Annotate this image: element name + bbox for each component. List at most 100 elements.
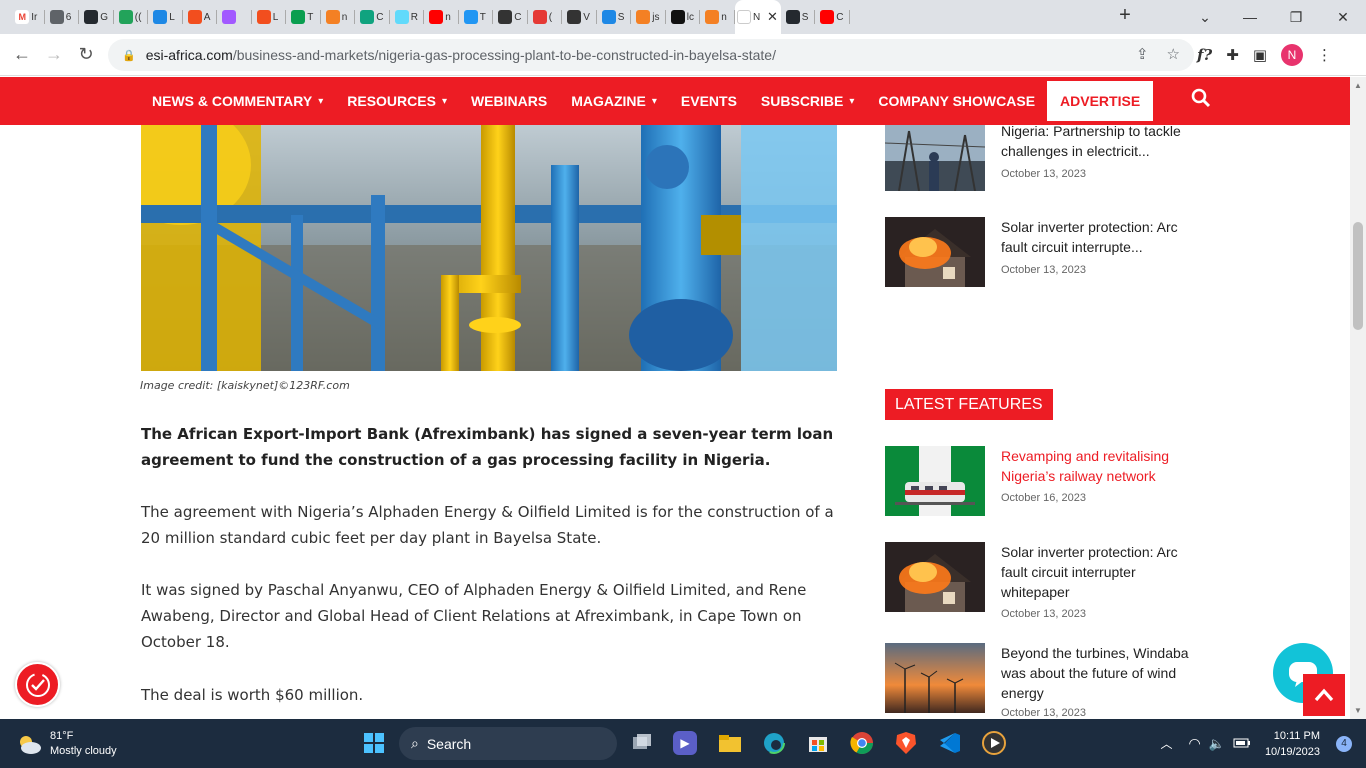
profile-avatar[interactable]: N xyxy=(1281,44,1303,66)
scroll-down-arrow[interactable]: ▼ xyxy=(1354,706,1362,715)
latest-features-heading: LATEST FEATURES xyxy=(885,389,1053,420)
browser-tab[interactable]: V xyxy=(562,0,597,34)
tab-search-button[interactable]: ⌄ xyxy=(1182,0,1228,34)
search-icon[interactable] xyxy=(1191,88,1211,114)
weather-condition: Mostly cloudy xyxy=(50,745,117,757)
browser-tab[interactable]: n xyxy=(321,0,356,34)
edge-browser-icon[interactable] xyxy=(762,731,786,755)
browser-tab[interactable]: L xyxy=(148,0,183,34)
close-window-button[interactable]: ✕ xyxy=(1320,0,1366,34)
article-thumbnail[interactable] xyxy=(885,542,985,612)
brave-browser-icon[interactable] xyxy=(894,731,918,755)
article-thumbnail[interactable] xyxy=(885,446,985,516)
browser-tab[interactable] xyxy=(217,0,252,34)
browser-tab[interactable]: T xyxy=(286,0,321,34)
nav-item-label: NEWS & COMMENTARY xyxy=(152,93,313,109)
share-icon[interactable]: ⇪ xyxy=(1136,45,1149,63)
browser-tab[interactable]: C xyxy=(355,0,390,34)
chevron-down-icon: ▾ xyxy=(651,95,657,107)
sidebar-article[interactable]: Nigeria: Partnership to tackle challenge… xyxy=(885,121,1195,191)
scroll-up-arrow[interactable]: ▲ xyxy=(1354,81,1362,90)
article-thumbnail[interactable] xyxy=(885,121,985,191)
advertise-button[interactable]: ADVERTISE xyxy=(1047,81,1154,121)
taskbar-search[interactable]: ⌕ Search xyxy=(399,727,617,760)
browser-tab[interactable]: S xyxy=(597,0,632,34)
task-view-icon[interactable] xyxy=(630,731,654,755)
forward-button[interactable]: → xyxy=(38,39,70,71)
function-extension-icon[interactable]: f? xyxy=(1197,46,1212,64)
latest-feature-item[interactable]: Solar inverter protection: Arc fault cir… xyxy=(885,542,1195,622)
nav-item-news-commentary[interactable]: NEWS & COMMENTARY ▾ xyxy=(152,93,323,109)
restore-button[interactable]: ❐ xyxy=(1273,0,1319,34)
file-explorer-icon[interactable] xyxy=(718,731,742,755)
back-to-top-button[interactable] xyxy=(1303,674,1345,716)
browser-tab[interactable]: C xyxy=(815,0,850,34)
latest-feature-item[interactable]: Revamping and revitalising Nigeria’s rai… xyxy=(885,446,1195,526)
back-button[interactable]: ← xyxy=(6,39,38,71)
article-thumbnail[interactable] xyxy=(885,643,985,713)
article-thumbnail[interactable] xyxy=(885,217,985,287)
browser-tab[interactable]: R xyxy=(390,0,425,34)
latest-feature-title[interactable]: Revamping and revitalising Nigeria’s rai… xyxy=(1001,446,1195,486)
latest-feature-title[interactable]: Beyond the turbines, Windaba was about t… xyxy=(1001,643,1195,703)
browser-tab[interactable]: js xyxy=(631,0,666,34)
site-navigation: NEWS & COMMENTARY ▾ RESOURCES ▾ WEBINARS MAGA… xyxy=(0,77,1350,125)
browser-tab[interactable]: n xyxy=(424,0,459,34)
menu-kebab-icon[interactable]: ⋮ xyxy=(1317,46,1332,64)
figma-icon xyxy=(222,10,237,24)
weather-temp: 81°F xyxy=(50,730,74,742)
browser-tab[interactable]: n xyxy=(700,0,735,34)
taskbar-clock[interactable]: 10:11 PM 10/19/2023 xyxy=(1265,728,1320,760)
address-bar[interactable]: 🔒 esi-africa.com/business-and-markets/ni… xyxy=(108,39,1194,71)
reload-button[interactable]: ↻ xyxy=(70,39,102,71)
accessibility-button[interactable] xyxy=(15,662,60,707)
minimize-button[interactable]: — xyxy=(1227,0,1273,34)
tab-title: A xyxy=(203,11,211,23)
microsoft-store-icon[interactable] xyxy=(806,731,830,755)
teams-chat-icon[interactable]: ▶ xyxy=(673,731,697,755)
new-tab-button[interactable]: + xyxy=(1110,4,1140,27)
nav-item-webinars[interactable]: WEBINARS xyxy=(471,93,547,109)
nav-item-events[interactable]: EVENTS xyxy=(681,93,737,109)
browser-tab[interactable]: T xyxy=(459,0,494,34)
page-scrollbar[interactable]: ▲ ▼ xyxy=(1350,77,1366,719)
extensions-puzzle-icon[interactable]: ✚ xyxy=(1226,46,1239,64)
graduation-icon xyxy=(567,10,582,24)
nav-item-subscribe[interactable]: SUBSCRIBE ▾ xyxy=(761,93,855,109)
browser-tab[interactable]: G xyxy=(79,0,114,34)
wifi-icon[interactable]: ◠ xyxy=(1189,735,1201,752)
browser-tab[interactable]: C xyxy=(493,0,528,34)
messenger-icon xyxy=(153,10,168,24)
side-panel-icon[interactable]: ▣ xyxy=(1253,46,1267,64)
nav-item-magazine[interactable]: MAGAZINE ▾ xyxy=(571,93,657,109)
media-player-icon[interactable] xyxy=(982,731,1006,755)
close-tab-icon[interactable]: ✕ xyxy=(767,9,778,25)
vscode-icon[interactable] xyxy=(938,731,962,755)
tray-overflow-chevron-icon[interactable]: ︿ xyxy=(1161,735,1173,752)
notification-badge[interactable]: 4 xyxy=(1336,735,1352,752)
bookmark-star-icon[interactable]: ☆ xyxy=(1167,45,1180,63)
browser-tab[interactable]: S xyxy=(781,0,816,34)
nav-item-company-showcase[interactable]: COMPANY SHOWCASE xyxy=(878,93,1035,109)
browser-tab[interactable]: lc xyxy=(666,0,701,34)
start-windows-icon[interactable] xyxy=(362,731,386,755)
browser-toolbar: ← → ↻ 🔒 esi-africa.com/business-and-mark… xyxy=(0,34,1366,76)
browser-tab[interactable]: ( xyxy=(528,0,563,34)
browser-tab[interactable]: (( xyxy=(114,0,149,34)
scrollbar-thumb[interactable] xyxy=(1353,222,1363,330)
latest-feature-item[interactable]: Beyond the turbines, Windaba was about t… xyxy=(885,643,1195,719)
browser-tab[interactable]: N ✕ xyxy=(734,0,781,34)
chrome-icon[interactable] xyxy=(850,731,874,755)
browser-tab[interactable]: 6 xyxy=(45,0,80,34)
sidebar-article-title[interactable]: Nigeria: Partnership to tackle challenge… xyxy=(1001,121,1195,161)
nav-item-resources[interactable]: RESOURCES ▾ xyxy=(347,93,447,109)
battery-icon[interactable] xyxy=(1233,735,1251,753)
browser-tab[interactable]: L xyxy=(252,0,287,34)
volume-icon[interactable]: 🔈 xyxy=(1209,736,1225,752)
browser-tab[interactable]: A xyxy=(183,0,218,34)
sidebar-article-title[interactable]: Solar inverter protection: Arc fault cir… xyxy=(1001,217,1195,257)
weather-widget[interactable]: 81°F Mostly cloudy xyxy=(16,729,117,759)
sidebar-article[interactable]: Solar inverter protection: Arc fault cir… xyxy=(885,217,1195,287)
browser-tab[interactable]: M Ir xyxy=(10,0,45,34)
latest-feature-title[interactable]: Solar inverter protection: Arc fault cir… xyxy=(1001,542,1195,602)
